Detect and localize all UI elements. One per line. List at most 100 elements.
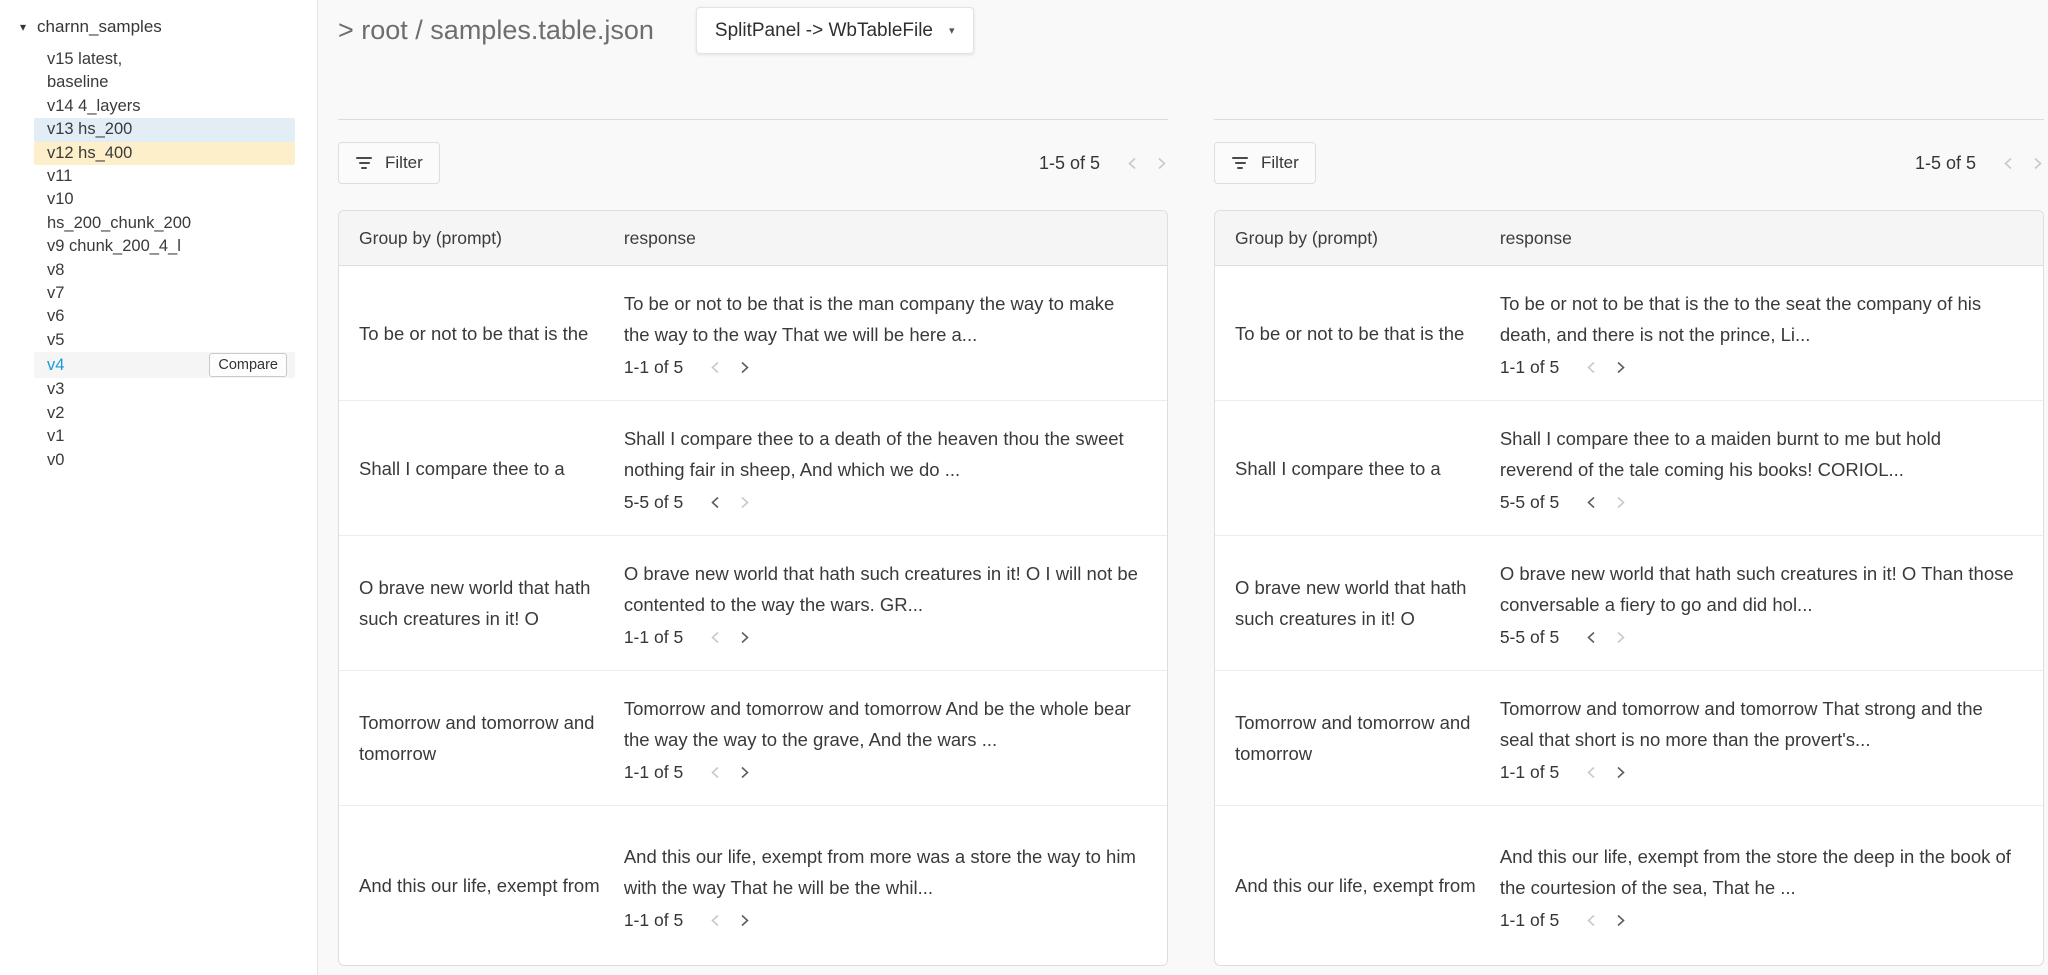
app-window: ▾ charnn_samples v15 latest, baseline v1… [0, 0, 2048, 975]
response-text: O brave new world that hath such creatur… [1500, 558, 2015, 620]
next-sample-icon[interactable] [1614, 630, 1627, 645]
table-header-row: Group by (prompt) response [1215, 211, 2043, 266]
artifact-sidebar: ▾ charnn_samples v15 latest, baseline v1… [0, 0, 318, 975]
compare-button[interactable]: Compare [209, 353, 287, 377]
next-sample-icon[interactable] [738, 913, 751, 928]
prompt-text: Tomorrow and tomorrow and tomorrow [1235, 707, 1482, 769]
version-label: v1 [47, 426, 64, 447]
sidebar-version-item[interactable]: v12 hs_400 [34, 142, 295, 165]
table-body: To be or not to be that is the To be or … [1215, 266, 2043, 965]
version-label: v15 latest, [47, 49, 122, 70]
prompt-cell: Shall I compare thee to a [1215, 453, 1500, 484]
sidebar-version-item[interactable]: v14 4_layers [34, 95, 295, 118]
next-sample-icon[interactable] [1614, 495, 1627, 510]
filter-button[interactable]: Filter [1214, 142, 1316, 184]
response-text: And this our life, exempt from the store… [1500, 841, 2015, 903]
sidebar-version-item[interactable]: baseline [34, 71, 295, 94]
sidebar-version-item[interactable]: v11 [34, 165, 295, 188]
filter-button[interactable]: Filter [338, 142, 440, 184]
prev-sample-icon[interactable] [709, 765, 722, 780]
sidebar-version-item[interactable]: v8 [34, 259, 295, 282]
sidebar-version-item[interactable]: v6 [34, 305, 295, 328]
response-cell: Shall I compare thee to a maiden burnt t… [1500, 423, 2043, 513]
prompt-cell: And this our life, exempt from [339, 870, 624, 901]
column-header-prompt[interactable]: Group by (prompt) [1215, 228, 1500, 249]
next-sample-icon[interactable] [1614, 765, 1627, 780]
version-label: hs_200_chunk_200 [47, 213, 191, 234]
sidebar-version-item[interactable]: v13 hs_200 [34, 118, 295, 141]
prompt-text: Shall I compare thee to a [1235, 453, 1482, 484]
data-table: Group by (prompt) response To be or not … [338, 210, 1168, 966]
next-sample-icon[interactable] [738, 630, 751, 645]
column-header-prompt[interactable]: Group by (prompt) [339, 228, 624, 249]
pagination-range: 1-5 of 5 [1039, 153, 1100, 174]
prompt-cell: And this our life, exempt from [1215, 870, 1500, 901]
next-page-icon[interactable] [2031, 156, 2044, 171]
sidebar-collection-toggle[interactable]: ▾ charnn_samples [0, 12, 317, 42]
prompt-cell: To be or not to be that is the [339, 318, 624, 349]
row-pagination-range: 1-1 of 5 [624, 910, 683, 931]
topbar: > root / samples.table.json SplitPanel -… [338, 0, 2044, 119]
version-label: v0 [47, 450, 64, 471]
row-pagination: 1-1 of 5 [1500, 910, 2015, 931]
table-row: Shall I compare thee to a Shall I compar… [1215, 401, 2043, 536]
response-text: Shall I compare thee to a maiden burnt t… [1500, 423, 2015, 485]
prev-page-icon[interactable] [1126, 156, 1139, 171]
sidebar-version-item[interactable]: v2 [34, 402, 295, 425]
row-pagination: 5-5 of 5 [1500, 627, 2015, 648]
row-pagination-range: 5-5 of 5 [1500, 627, 1559, 648]
chevron-down-icon: ▾ [949, 24, 955, 37]
prev-sample-icon[interactable] [1585, 630, 1598, 645]
response-text: O brave new world that hath such creatur… [624, 558, 1139, 620]
next-page-icon[interactable] [1155, 156, 1168, 171]
version-label: v6 [47, 306, 64, 327]
table-row: O brave new world that hath such creatur… [1215, 536, 2043, 671]
response-cell: To be or not to be that is the man compa… [624, 288, 1167, 378]
version-label: v2 [47, 403, 64, 424]
sidebar-version-item[interactable]: v5 [34, 329, 295, 352]
prev-sample-icon[interactable] [1585, 495, 1598, 510]
column-header-response[interactable]: response [1500, 228, 2043, 249]
sidebar-version-item[interactable]: v0 [34, 449, 295, 472]
sidebar-version-item[interactable]: v1 [34, 425, 295, 448]
prev-sample-icon[interactable] [1585, 765, 1598, 780]
sidebar-version-item[interactable]: v4 Compare [34, 352, 295, 378]
panel-type-selector[interactable]: SplitPanel -> WbTableFile ▾ [696, 7, 974, 54]
next-sample-icon[interactable] [738, 360, 751, 375]
prev-sample-icon[interactable] [709, 360, 722, 375]
table-pagination: 1-5 of 5 [1039, 153, 1168, 174]
response-cell: O brave new world that hath such creatur… [1500, 558, 2043, 648]
pagination-range: 1-5 of 5 [1915, 153, 1976, 174]
prev-sample-icon[interactable] [709, 630, 722, 645]
sidebar-version-item[interactable]: v15 latest, [34, 48, 295, 71]
row-pagination: 1-1 of 5 [624, 910, 1139, 931]
response-text: Shall I compare thee to a death of the h… [624, 423, 1139, 485]
sidebar-version-item[interactable]: v10 [34, 188, 295, 211]
sidebar-version-item[interactable]: hs_200_chunk_200 [34, 212, 295, 235]
prompt-text: Tomorrow and tomorrow and tomorrow [359, 707, 606, 769]
prompt-text: And this our life, exempt from [359, 870, 606, 901]
prev-sample-icon[interactable] [709, 913, 722, 928]
prompt-cell: Tomorrow and tomorrow and tomorrow [339, 707, 624, 769]
row-pagination: 5-5 of 5 [1500, 492, 2015, 513]
column-header-response[interactable]: response [624, 228, 1167, 249]
split-panels: Filter 1-5 of 5 Group by (prompt) respon… [338, 119, 2044, 975]
table-toolbar: Filter 1-5 of 5 [1214, 142, 2044, 184]
version-label: v3 [47, 379, 64, 400]
sidebar-version-item[interactable]: v3 [34, 378, 295, 401]
row-pagination: 1-1 of 5 [624, 357, 1139, 378]
next-sample-icon[interactable] [738, 765, 751, 780]
response-cell: O brave new world that hath such creatur… [624, 558, 1167, 648]
prompt-text: To be or not to be that is the [1235, 318, 1482, 349]
prev-sample-icon[interactable] [709, 495, 722, 510]
next-sample-icon[interactable] [1614, 360, 1627, 375]
prev-page-icon[interactable] [2002, 156, 2015, 171]
filter-button-label: Filter [385, 153, 423, 173]
sidebar-version-item[interactable]: v9 chunk_200_4_l [34, 235, 295, 258]
prev-sample-icon[interactable] [1585, 360, 1598, 375]
prev-sample-icon[interactable] [1585, 913, 1598, 928]
next-sample-icon[interactable] [738, 495, 751, 510]
sidebar-version-item[interactable]: v7 [34, 282, 295, 305]
next-sample-icon[interactable] [1614, 913, 1627, 928]
breadcrumb[interactable]: > root / samples.table.json [338, 7, 654, 53]
